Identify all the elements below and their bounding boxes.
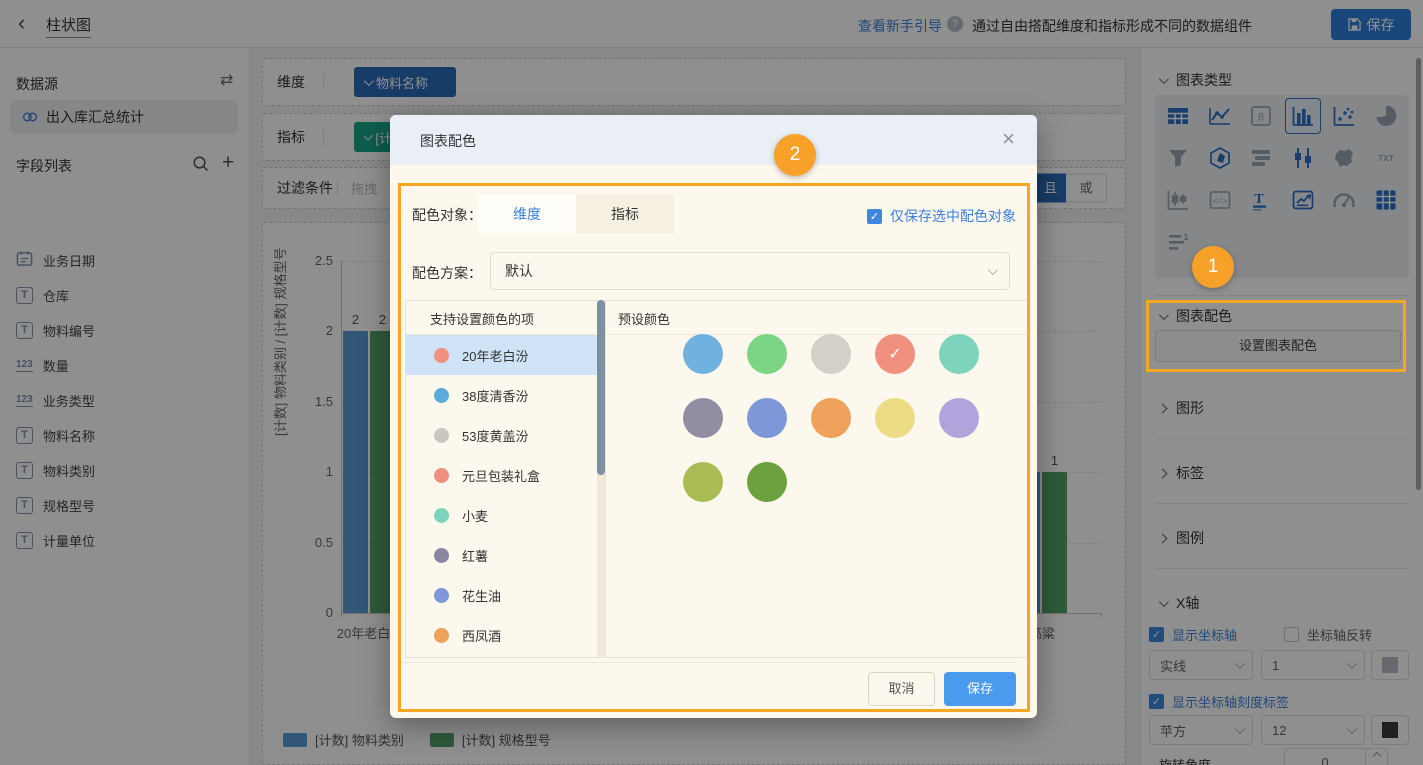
item-color-dot xyxy=(434,468,449,483)
preset-color-circle[interactable] xyxy=(683,462,723,502)
preset-color-circle[interactable] xyxy=(747,398,787,438)
item-label: 红薯 xyxy=(462,546,488,565)
preset-color-circle[interactable] xyxy=(747,334,787,374)
color-scheme-label: 配色方案： xyxy=(412,263,482,283)
item-label: 西凤酒 xyxy=(462,626,501,645)
colorable-items-list: 20年老白汾 38度清香汾 53度黄盖汾元旦包装礼盒小麦红薯花生油西凤酒 xyxy=(406,335,597,655)
colorable-item[interactable]: 20年老白汾 xyxy=(406,335,597,375)
select-value: 默认 xyxy=(505,261,533,281)
item-label: 小麦 xyxy=(462,506,488,525)
item-label: 20年老白汾 xyxy=(462,346,528,365)
preset-color-circle[interactable] xyxy=(683,334,723,374)
preset-color-circle[interactable] xyxy=(875,398,915,438)
preset-colors-panel: 预设颜色 ✓ 自定义颜色 xyxy=(605,300,1028,658)
preset-color-circle[interactable] xyxy=(811,334,851,374)
colorable-items-panel: 支持设置颜色的项 20年老白汾 38度清香汾 53度黄盖汾元旦包装礼盒小麦红薯花生油… xyxy=(405,300,597,658)
colorable-item[interactable]: 38度清香汾 xyxy=(406,375,597,415)
colorable-item[interactable]: 西凤酒 xyxy=(406,615,597,655)
chart-color-modal: 图表配色 × 配色对象： 维度 指标 ✓ 仅保存选中配色对象 配色方案： 默认 … xyxy=(390,115,1037,718)
list-scrollbar[interactable] xyxy=(597,300,605,658)
tutorial-step-1-badge: 1 xyxy=(1192,246,1234,288)
check-icon: ✓ xyxy=(888,344,901,364)
item-color-dot xyxy=(434,628,449,643)
cancel-button[interactable]: 取消 xyxy=(868,672,935,706)
item-label: 花生油 xyxy=(462,586,501,605)
colorable-item[interactable]: 小麦 xyxy=(406,495,597,535)
color-scheme-select[interactable]: 默认 xyxy=(490,252,1010,290)
preset-colors-title: 预设颜色 xyxy=(606,301,1027,335)
checkbox-label: 仅保存选中配色对象 xyxy=(890,206,1016,226)
item-color-dot xyxy=(434,348,449,363)
preset-color-circle[interactable] xyxy=(939,334,979,374)
modal-save-button[interactable]: 保存 xyxy=(944,672,1016,706)
item-label: 53度黄盖汾 xyxy=(462,426,528,445)
preset-color-circle[interactable] xyxy=(747,462,787,502)
colorable-item[interactable]: 元旦包装礼盒 xyxy=(406,455,597,495)
preset-color-circle[interactable] xyxy=(939,398,979,438)
save-only-checkbox-row[interactable]: ✓ 仅保存选中配色对象 xyxy=(867,206,1016,226)
item-label: 38度清香汾 xyxy=(462,386,528,405)
item-color-dot xyxy=(434,548,449,563)
item-color-dot xyxy=(434,508,449,523)
preset-color-circle-selected[interactable]: ✓ xyxy=(875,334,915,374)
modal-title: 图表配色 xyxy=(420,131,476,151)
item-color-dot xyxy=(434,588,449,603)
colorable-items-title: 支持设置颜色的项 xyxy=(406,301,597,335)
color-object-tabs: 维度 指标 xyxy=(478,195,674,233)
color-object-label: 配色对象： xyxy=(412,205,482,225)
colorable-item[interactable]: 花生油 xyxy=(406,575,597,615)
colorable-item[interactable]: 53度黄盖汾 xyxy=(406,415,597,455)
tutorial-highlight-box xyxy=(1146,300,1406,372)
chevron-down-icon xyxy=(988,265,998,275)
tab-dimension[interactable]: 维度 xyxy=(478,195,576,233)
scrollbar-thumb[interactable] xyxy=(597,300,605,475)
item-label: 元旦包装礼盒 xyxy=(462,466,540,485)
item-color-dot xyxy=(434,388,449,403)
item-color-dot xyxy=(434,428,449,443)
preset-color-circle[interactable] xyxy=(811,398,851,438)
footer-divider xyxy=(400,662,1017,663)
custom-colors-title: 自定义颜色 xyxy=(668,656,733,658)
checkbox-checked-icon[interactable]: ✓ xyxy=(867,209,882,224)
modal-header: 图表配色 × xyxy=(390,115,1037,165)
tab-measure[interactable]: 指标 xyxy=(576,195,674,233)
preset-color-circle[interactable] xyxy=(683,398,723,438)
colorable-item[interactable]: 红薯 xyxy=(406,535,597,575)
close-icon[interactable]: × xyxy=(1002,127,1015,151)
tutorial-step-2-badge: 2 xyxy=(774,134,816,176)
